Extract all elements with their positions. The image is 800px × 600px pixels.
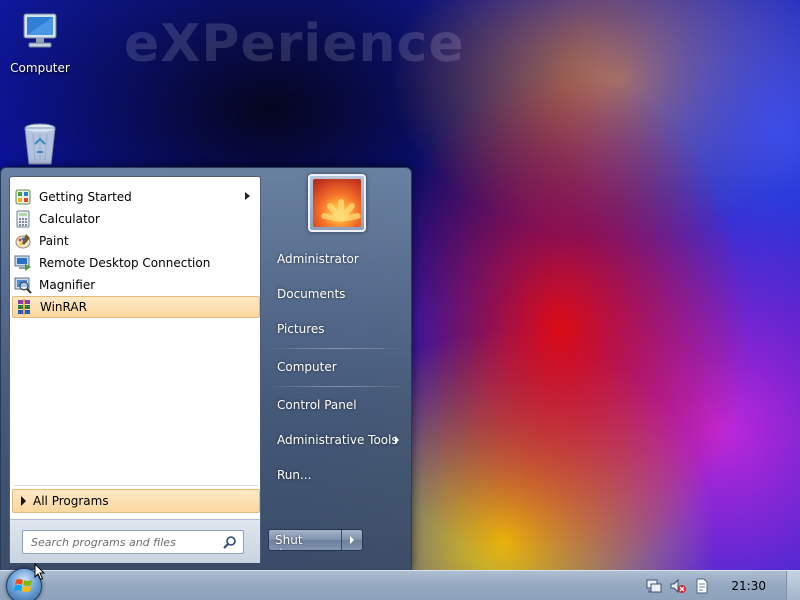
right-item-administrative-tools[interactable]: Administrative Tools [269,426,405,454]
right-item-control-panel[interactable]: Control Panel [269,391,405,419]
right-separator [273,348,401,349]
winrar-icon [18,299,30,315]
action-center-icon[interactable] [646,578,662,594]
getting-started-icon [15,189,31,205]
programs-separator [14,485,258,486]
program-label: Paint [39,234,69,248]
start-menu: Getting Started Calculator Paint Remote … [0,167,412,571]
right-item-label: Run... [277,468,312,482]
right-item-pictures[interactable]: Pictures [269,315,405,343]
right-item-label: Administrator [277,252,359,266]
right-item-computer[interactable]: Computer [269,353,405,381]
search-area: Search programs and files [10,519,260,563]
all-programs-button[interactable]: All Programs [12,489,260,513]
magnifier-icon [14,277,32,294]
submenu-arrow-icon [395,436,399,444]
computer-icon [23,13,57,48]
user-picture[interactable] [308,174,366,232]
calculator-icon [16,210,30,228]
right-item-label: Control Panel [277,398,357,412]
right-item-label: Pictures [277,322,325,336]
clock[interactable]: 21:30 [731,579,766,593]
flower-avatar-icon [313,179,361,227]
desktop-icon-computer[interactable]: Computer [0,8,80,75]
all-programs-label: All Programs [33,494,109,508]
program-label: Remote Desktop Connection [39,256,211,270]
right-separator [273,386,401,387]
program-calculator[interactable]: Calculator [12,208,260,230]
expand-arrow-icon [21,496,26,506]
right-item-administrator[interactable]: Administrator [269,245,405,273]
desktop-icon-label: Computer [10,61,70,75]
desktop-icon-recycle-bin[interactable] [0,120,80,171]
search-icon[interactable] [223,535,237,549]
submenu-arrow-icon [245,192,250,200]
shutdown-button[interactable]: Shut down [269,530,341,550]
program-paint[interactable]: Paint [12,230,260,252]
program-remote-desktop[interactable]: Remote Desktop Connection [12,252,260,274]
taskbar: 21:30 [0,568,800,600]
system-tray: 21:30 [640,571,800,600]
volume-muted-icon[interactable] [670,578,686,594]
desktop-watermark: eXPerience [124,14,465,74]
program-label: WinRAR [40,300,87,314]
program-label: Getting Started [39,190,132,204]
program-label: Calculator [39,212,100,226]
right-item-run[interactable]: Run... [269,461,405,489]
program-winrar[interactable]: WinRAR [12,296,260,318]
recycle-bin-icon [24,123,56,165]
search-input[interactable]: Search programs and files [22,530,244,554]
right-item-label: Documents [277,287,346,301]
program-getting-started[interactable]: Getting Started [12,186,260,208]
right-item-label: Administrative Tools [277,433,398,447]
shutdown-options-arrow-icon[interactable] [341,530,362,550]
remote-desktop-icon [14,255,31,271]
mouse-cursor-icon [34,563,46,581]
document-icon[interactable] [694,578,710,594]
program-magnifier[interactable]: Magnifier [12,274,260,296]
right-item-documents[interactable]: Documents [269,280,405,308]
programs-pane: Getting Started Calculator Paint Remote … [9,176,261,563]
show-desktop-button[interactable] [786,571,800,600]
right-item-label: Computer [277,360,337,374]
shutdown-button-group: Shut down [268,529,363,551]
program-label: Magnifier [39,278,96,292]
paint-icon [15,234,31,249]
search-placeholder: Search programs and files [31,536,176,549]
